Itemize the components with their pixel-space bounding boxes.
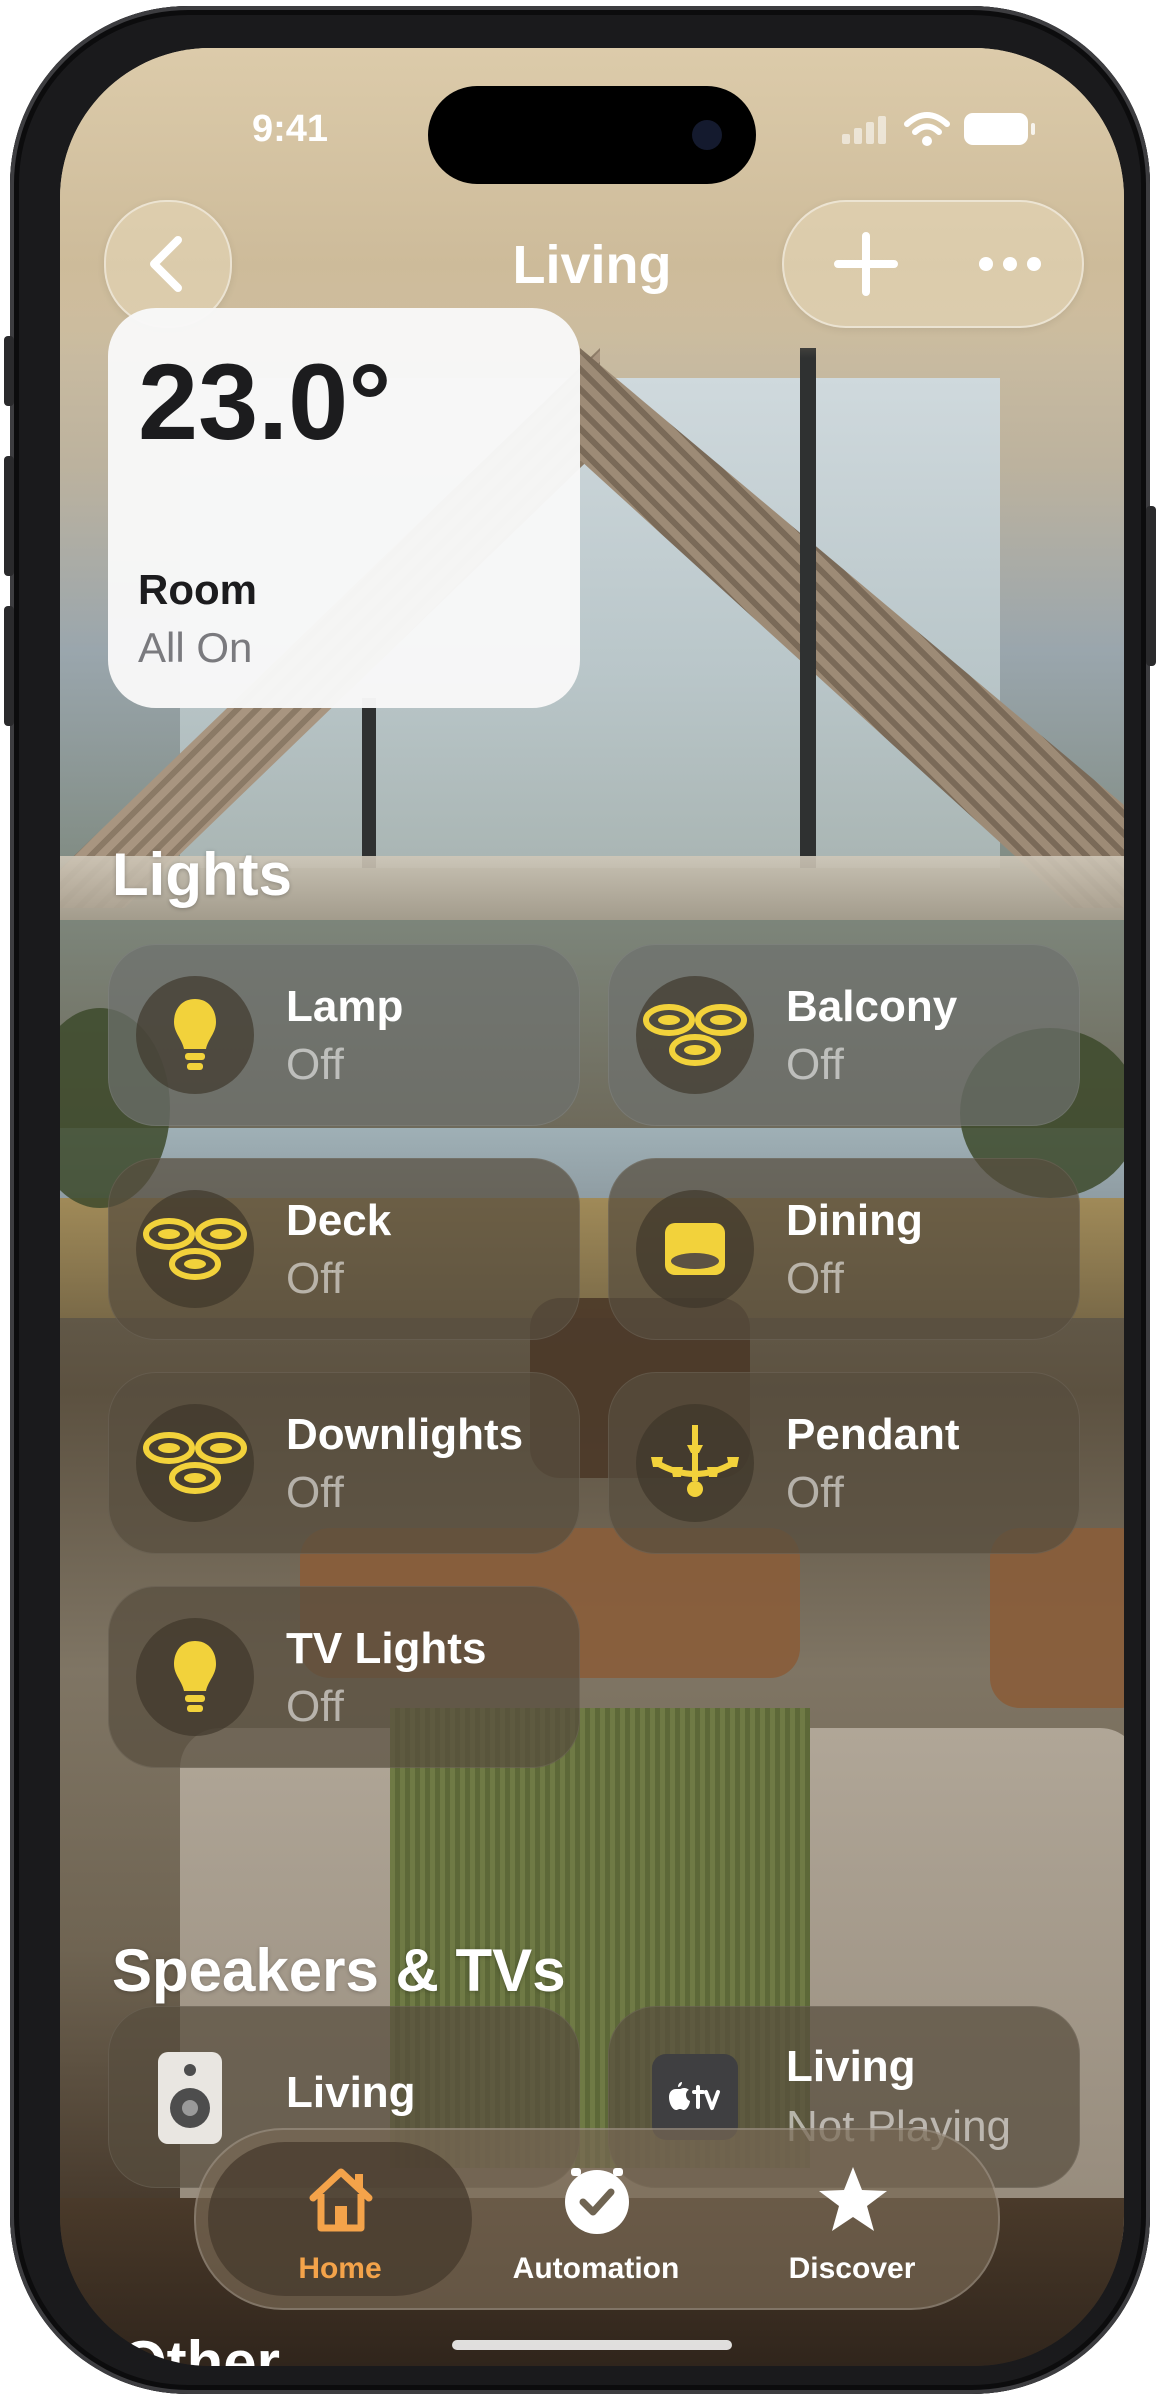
page-title: Living <box>512 235 672 295</box>
tab-home[interactable]: Home <box>210 2156 470 2286</box>
tile-status: Off <box>786 1468 844 1517</box>
chandelier-icon <box>636 1404 754 1522</box>
speakers-section-title: Speakers & TVs <box>112 1937 566 2004</box>
tile-name: TV Lights <box>286 1624 487 1673</box>
ceiling-light-icon <box>636 1190 754 1308</box>
tile-status: Off <box>286 1254 344 1303</box>
tile-name: Downlights <box>286 1410 524 1459</box>
climate-temperature: 23.0° <box>138 341 392 462</box>
bulb-icon <box>136 976 254 1094</box>
battery-icon <box>964 113 1035 145</box>
bulb-icon <box>136 1618 254 1736</box>
tile-name: Living <box>786 2042 916 2091</box>
tab-label: Home <box>298 2252 382 2285</box>
tab-label: Automation <box>512 2252 680 2285</box>
light-tile-tv-lights[interactable]: TV Lights Off <box>108 1586 580 1768</box>
light-tile-downlights[interactable]: Downlights Off <box>108 1372 580 1554</box>
cellular-signal-icon <box>842 114 890 144</box>
dynamic-island <box>428 86 756 184</box>
lights-section-title: Lights <box>112 841 292 908</box>
add-button[interactable] <box>794 202 934 326</box>
tile-name: Deck <box>286 1196 392 1245</box>
more-button[interactable] <box>940 202 1080 326</box>
downlights-icon <box>136 1190 254 1308</box>
wifi-icon <box>904 112 950 146</box>
window-mullion <box>800 348 816 868</box>
volume-down-button <box>4 606 14 726</box>
chevron-left-icon <box>150 236 182 292</box>
tile-status: Off <box>286 1682 344 1731</box>
tile-name: Pendant <box>786 1410 960 1459</box>
light-tile-dining[interactable]: Dining Off <box>608 1158 1080 1340</box>
tab-bar: Home Automation Discover <box>194 2128 1000 2310</box>
automation-icon <box>565 2168 629 2234</box>
tile-name: Lamp <box>286 982 404 1031</box>
home-indicator <box>452 2340 732 2350</box>
tile-status: Off <box>286 1040 344 1089</box>
status-icons <box>842 112 1035 146</box>
light-tile-lamp[interactable]: Lamp Off <box>108 944 580 1126</box>
power-button <box>1146 506 1156 666</box>
tile-name: Balcony <box>786 982 958 1031</box>
tile-name: Dining <box>786 1196 923 1245</box>
light-tile-balcony[interactable]: Balcony Off <box>608 944 1080 1126</box>
tile-status: Off <box>786 1254 844 1303</box>
tab-label: Discover <box>788 2252 916 2285</box>
climate-status: All On <box>138 624 253 671</box>
tile-name: Living <box>286 2068 416 2117</box>
nav-action-group <box>782 200 1084 328</box>
status-time: 9:41 <box>251 108 329 150</box>
downlights-icon <box>136 1404 254 1522</box>
action-button <box>4 336 14 406</box>
speaker-icon <box>158 2052 222 2144</box>
climate-label: Room <box>138 566 257 613</box>
background-armchair <box>990 1528 1124 1708</box>
window-mullion <box>362 698 376 868</box>
light-tile-pendant[interactable]: Pendant Off <box>608 1372 1080 1554</box>
star-icon <box>819 2167 887 2231</box>
screen: 9:41 Living 23.0° Room All On Lights Lam… <box>60 48 1124 2366</box>
tile-status: Off <box>786 1040 844 1089</box>
tab-automation[interactable]: Automation <box>466 2156 726 2286</box>
phone-frame: 9:41 Living 23.0° Room All On Lights Lam… <box>4 6 1156 2394</box>
camera-icon <box>692 120 722 150</box>
light-tile-deck[interactable]: Deck Off <box>108 1158 580 1340</box>
plus-icon <box>834 232 898 296</box>
downlights-icon <box>636 976 754 1094</box>
other-section-title: Other <box>120 2329 281 2366</box>
tab-discover[interactable]: Discover <box>722 2156 982 2286</box>
tile-status: Off <box>286 1468 344 1517</box>
home-icon <box>309 2168 373 2232</box>
ellipsis-icon <box>979 257 1041 271</box>
volume-up-button <box>4 456 14 576</box>
